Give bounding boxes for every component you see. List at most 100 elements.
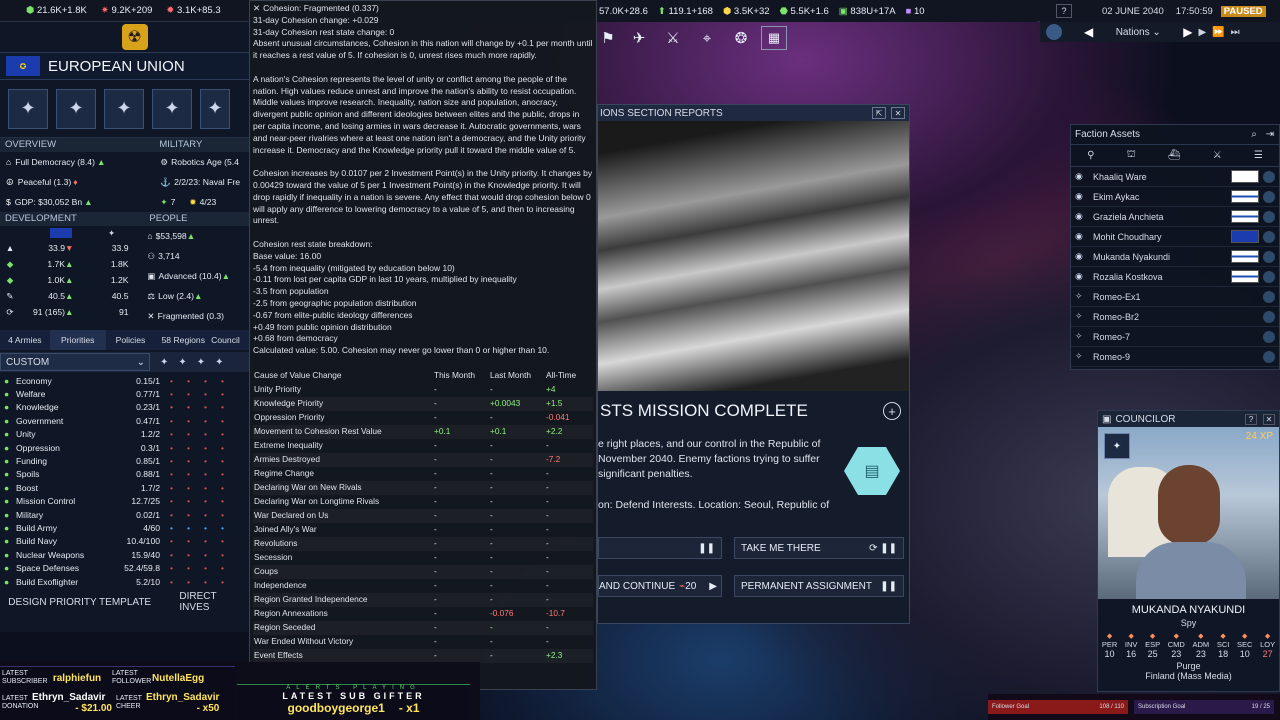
councilor-slot-icon[interactable]: ✦ <box>56 88 96 129</box>
priority-pips[interactable]: •••• <box>170 402 238 412</box>
priority-row[interactable]: ● Build Navy 10.4/100 •••• <box>0 535 249 548</box>
dev-row-economy[interactable]: ◆ 1.7K ▲ 1.8K <box>0 256 144 272</box>
peace-row[interactable]: ☮ Peaceful (1.3) ♦ <box>0 172 154 192</box>
tab-armies[interactable]: 4 Armies <box>0 335 50 345</box>
collapse-icon[interactable]: ⇥ <box>1261 129 1279 140</box>
priority-pips[interactable]: •••• <box>170 376 238 386</box>
direct-investment-button[interactable]: DIRECT INVES <box>179 591 249 613</box>
people-inequality[interactable]: ⚖ Low (2.4) ▲ <box>144 286 249 306</box>
faction-asset-item[interactable]: ◉ Ekim Aykac <box>1071 187 1279 207</box>
orbital-filter-icon[interactable]: ⚔ <box>1213 150 1222 161</box>
prev-arrow-icon[interactable]: ◀ <box>1084 25 1093 39</box>
army-filter-icon[interactable]: ⛫ <box>1127 149 1136 162</box>
close-icon[interactable]: ✕ <box>1263 413 1275 425</box>
priority-row[interactable]: ● Build Exoflighter 5.2/10 •••• <box>0 575 249 588</box>
grid-view-icon[interactable]: ▦ <box>761 26 787 50</box>
tab-policies[interactable]: Policies <box>106 335 156 345</box>
take-me-there-button[interactable]: TAKE ME THERE ⟳ ❚❚ <box>734 537 904 559</box>
dismiss-button[interactable]: ❚❚ <box>598 537 722 559</box>
gdp-row[interactable]: $ GDP: $30,052 Bn ▲ <box>0 192 154 212</box>
faction-asset-item[interactable]: ◉ Graziela Anchieta <box>1071 207 1279 227</box>
dev-row-welfare[interactable]: ◆ 1.0K ▲ 1.2K <box>0 272 144 288</box>
dev-row-unrest[interactable]: ▲ 33.9 ▼ 33.9 <box>0 240 144 256</box>
priority-pips[interactable]: •••• <box>170 550 238 560</box>
priority-row[interactable]: ● Welfare 0.77/1 •••• <box>0 387 249 400</box>
faction-asset-item[interactable]: ✧ Romeo-Ex1 <box>1071 287 1279 307</box>
design-priority-template-button[interactable]: DESIGN PRIORITY TEMPLATE <box>0 597 159 608</box>
priority-pips[interactable]: •••• <box>170 496 238 506</box>
paused-badge[interactable]: PAUSED <box>1220 5 1266 17</box>
priority-pips[interactable]: •••• <box>170 483 238 493</box>
councilor-slot-icon[interactable]: ✦ <box>104 88 144 129</box>
nation-title-row[interactable]: ✪ EUROPEAN UNION <box>0 52 249 80</box>
priority-row[interactable]: ● Boost 1.7/2 •••• <box>0 481 249 494</box>
tab-regions[interactable]: 58 Regions <box>155 335 211 345</box>
people-cohesion[interactable]: ✕ Fragmented (0.3) <box>144 306 249 326</box>
councilor-slot-icon[interactable]: ✦ <box>152 88 192 129</box>
dev-row-ip[interactable]: ⟳ 91 (165) ▲ 91 <box>0 304 144 320</box>
dev-row-environment[interactable]: ✎ 40.5 ▲ 40.5 <box>0 288 144 304</box>
priority-pips[interactable]: •••• <box>170 443 238 453</box>
priority-row[interactable]: ● Knowledge 0.23/1 •••• <box>0 401 249 414</box>
councilor-filter-icon[interactable]: ⚲ <box>1087 150 1094 161</box>
speed-3-icon[interactable]: ⏭ <box>1231 27 1240 38</box>
satellite-icon[interactable]: ✈ <box>625 26 653 50</box>
tech-level-row[interactable]: ⚙ Robotics Age (5.4 <box>154 152 249 172</box>
priority-pips[interactable]: •••• <box>170 389 238 399</box>
help-icon[interactable]: ? <box>1245 413 1257 425</box>
brain-icon[interactable]: ❂ <box>727 26 755 50</box>
councilor-slot-icon[interactable]: ✦ <box>8 88 48 129</box>
speed-1-icon[interactable]: ▶ <box>1198 27 1206 38</box>
priority-preset-dropdown[interactable]: CUSTOM ⌄ <box>0 353 150 371</box>
navy-row[interactable]: ⚓ 2/2/23: Naval Fre <box>154 172 249 192</box>
priority-row[interactable]: ● Government 0.47/1 •••• <box>0 414 249 427</box>
priority-pips[interactable]: •••• <box>170 577 238 587</box>
faction-asset-item[interactable]: ✧ Romeo-Br2 <box>1071 307 1279 327</box>
priority-pips[interactable]: •••• <box>170 416 238 426</box>
flag-icon[interactable]: ⚑ <box>597 27 619 49</box>
pin-icon[interactable]: ⇱ <box>872 107 886 119</box>
continue-button[interactable]: AND CONTINUE ⌁ 20 ▶ <box>598 575 722 597</box>
next-arrow-icon[interactable]: ▶ <box>1183 25 1192 39</box>
faction-asset-item[interactable]: ◉ Mukanda Nyakundi <box>1071 247 1279 267</box>
priority-row[interactable]: ● Military 0.02/1 •••• <box>0 508 249 521</box>
priority-pips[interactable]: •••• <box>170 456 238 466</box>
expand-plus-icon[interactable]: + <box>883 402 901 420</box>
tab-council[interactable]: Council <box>211 335 249 345</box>
permanent-assignment-button[interactable]: PERMANENT ASSIGNMENT ❚❚ <box>734 575 904 597</box>
faction-asset-item[interactable]: ◉ Mohit Choudhary <box>1071 227 1279 247</box>
speed-2-icon[interactable]: ⏩ <box>1212 27 1224 38</box>
list-view-icon[interactable]: ☰ <box>1254 150 1263 161</box>
faction-asset-item[interactable]: ✧ Romeo-9 <box>1071 347 1279 367</box>
search-icon[interactable]: ⌕ <box>1247 129 1261 140</box>
priority-pips[interactable]: •••• <box>170 536 238 546</box>
democracy-row[interactable]: ⌂ Full Democracy (8.4) ▲ <box>0 152 154 172</box>
priority-pips[interactable]: •••• <box>170 429 238 439</box>
priority-pips[interactable]: •••• <box>170 563 238 573</box>
priority-row[interactable]: ● Unity 1.2/2 •••• <box>0 428 249 441</box>
people-population[interactable]: ⚇ 3,714 <box>144 246 249 266</box>
priority-pips[interactable]: •••• <box>170 469 238 479</box>
faction-asset-item[interactable]: ◉ Rozalia Kostkova <box>1071 267 1279 287</box>
globe-icon[interactable] <box>1046 24 1062 40</box>
councilor-slot-icon[interactable]: ✦ <box>200 88 230 129</box>
priority-row[interactable]: ● Funding 0.85/1 •••• <box>0 454 249 467</box>
priority-pips[interactable]: •••• <box>170 510 238 520</box>
priority-row[interactable]: ● Nuclear Weapons 15.9/40 •••• <box>0 548 249 561</box>
fleet-filter-icon[interactable]: ⛴ <box>1168 150 1181 161</box>
tab-priorities[interactable]: Priorities <box>49 330 106 350</box>
priority-row[interactable]: ● Economy 0.15/1 •••• <box>0 374 249 387</box>
help-icon[interactable]: ? <box>1056 4 1072 18</box>
location-pin-icon[interactable]: ⌖ <box>693 26 721 50</box>
armies-row[interactable]: ✦ 7 ✹ 4/23 <box>154 192 249 212</box>
people-gdp-capita[interactable]: ⌂ $53,598 ▲ <box>144 226 249 246</box>
military-icon[interactable]: ⚔ <box>659 26 687 50</box>
faction-asset-item[interactable]: ✧ Romeo-7 <box>1071 327 1279 347</box>
close-icon[interactable]: ✕ <box>891 107 905 119</box>
priority-row[interactable]: ● Mission Control 12.7/25 •••• <box>0 495 249 508</box>
priority-row[interactable]: ● Build Army 4/60 •••• <box>0 521 249 534</box>
faction-asset-item[interactable]: ◉ Khaaliq Ware <box>1071 167 1279 187</box>
priority-row[interactable]: ● Oppression 0.3/1 •••• <box>0 441 249 454</box>
people-education[interactable]: ▣ Advanced (10.4) ▲ <box>144 266 249 286</box>
priority-pips[interactable]: •••• <box>170 523 238 533</box>
